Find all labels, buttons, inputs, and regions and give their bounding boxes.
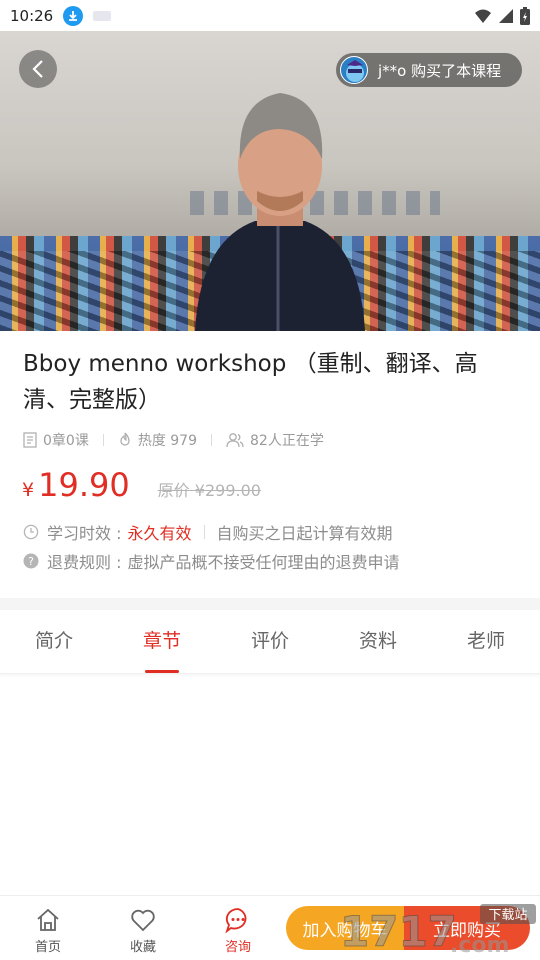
buyer-avatar [340,56,368,84]
course-tabs: 简介 章节 评价 资料 老师 [0,610,540,674]
users-icon [226,433,244,448]
status-time: 10:26 [10,6,54,25]
heat-value: 热度 979 [137,433,197,449]
nav-consult-label: 咨询 [224,940,251,955]
bottom-action-bar: 首页 收藏 咨询 加入购物车 立即购买 [0,895,540,960]
back-button[interactable] [19,50,57,88]
tab-intro[interactable]: 简介 [0,610,108,673]
course-stats: 0章0课 热度 979 82人正在学 [23,430,324,450]
heat-stat: 热度 979 [118,430,197,450]
nav-consult[interactable]: 咨询 [208,906,268,955]
original-price: 原价 ¥299.00 [157,481,261,500]
clock-icon [23,524,39,540]
tab-chapters[interactable]: 章节 [108,610,216,673]
validity-divider [203,525,205,539]
home-icon [37,908,59,931]
refund-value: 虚拟产品概不接受任何理由的退费申请 [127,553,400,572]
currency-symbol: ¥ [22,479,35,501]
flame-icon [120,432,130,446]
chevron-left-icon [32,60,43,78]
tab-materials[interactable]: 资料 [324,610,432,673]
learners-count: 82人正在学 [250,433,324,449]
tab-teacher[interactable]: 老师 [432,610,540,673]
validity-note: 自购买之日起计算有效期 [216,524,393,543]
nav-home[interactable]: 首页 [18,906,78,955]
nav-favorite[interactable]: 收藏 [113,906,173,955]
wifi-icon [475,9,491,23]
tab-label: 老师 [466,630,505,652]
download-icon [63,5,84,26]
validity-label: 学习时效 : [47,524,122,543]
svg-text:?: ? [28,555,34,568]
tab-label: 章节 [142,630,181,652]
buy-now-button[interactable]: 立即购买 [404,906,530,950]
stat-divider [102,434,104,446]
status-bar: 10:26 [0,0,540,31]
validity-row: 学习时效 : 永久有效 自购买之日起计算有效期 [23,520,393,544]
refund-label: 退费规则 : [47,553,122,572]
status-indicators [474,6,530,25]
tab-label: 简介 [34,630,73,652]
course-title: Bboy menno workshop （重制、翻译、高清、完整版） [23,351,478,413]
stat-divider [211,434,212,446]
signal-icon [499,8,513,23]
current-price: 19.90 [38,466,130,504]
nav-home-label: 首页 [34,940,61,955]
learners-stat: 82人正在学 [226,430,324,450]
question-icon: ? [23,553,39,569]
tab-label: 评价 [250,630,289,652]
refund-row: ? 退费规则 : 虚拟产品概不接受任何理由的退费申请 [23,549,400,573]
add-to-cart-button[interactable]: 加入购物车 [286,906,404,950]
section-separator [0,598,540,610]
chapters-stat: 0章0课 [23,430,89,450]
heart-icon [131,909,155,932]
validity-value: 永久有效 [127,524,192,543]
notification-app-icon [93,10,112,21]
battery-icon [520,6,530,25]
course-cover-image[interactable]: j**o 购买了本课程 [0,31,540,331]
nav-favorite-label: 收藏 [129,940,156,955]
price-row: ¥ 19.90 原价 ¥299.00 [22,466,261,504]
active-tab-indicator [145,670,179,673]
chapters-count: 0章0课 [43,433,89,449]
document-icon [23,432,37,448]
tab-reviews[interactable]: 评价 [216,610,324,673]
instructor-figure [195,93,365,331]
recent-purchase-notice: j**o 购买了本课程 [336,53,522,87]
buyer-text: j**o 购买了本课程 [378,61,502,80]
chat-bubble-icon [225,908,247,934]
tab-label: 资料 [358,630,397,652]
